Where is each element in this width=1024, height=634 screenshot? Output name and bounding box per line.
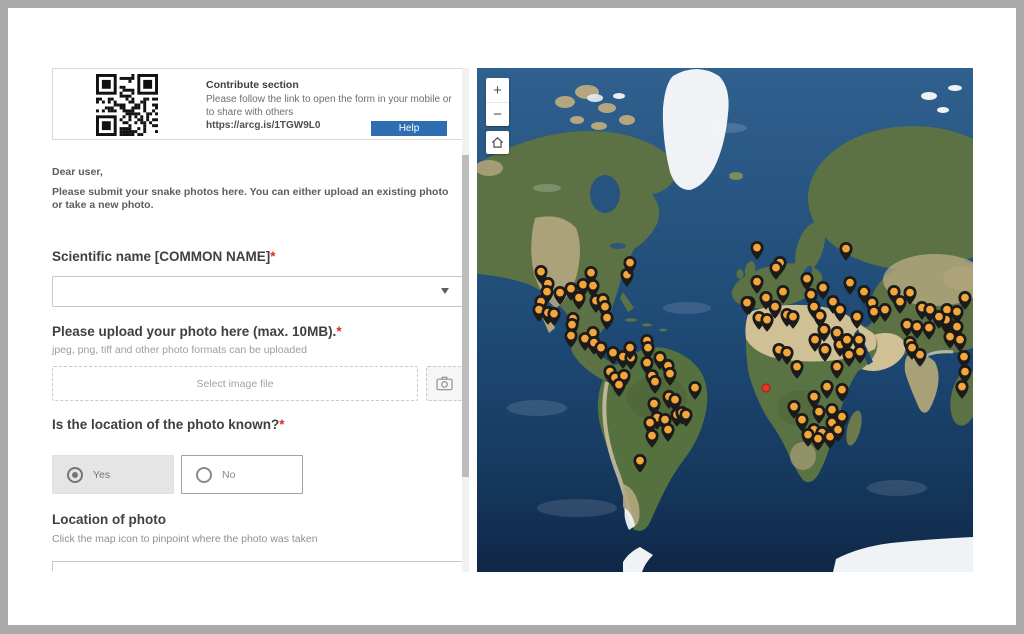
zoom-in-button[interactable]: + bbox=[486, 78, 509, 102]
contribute-card: Contribute section Please follow the lin… bbox=[52, 68, 463, 140]
map-pin-icon[interactable] bbox=[622, 340, 637, 360]
map-pin-icon[interactable] bbox=[622, 256, 637, 276]
home-icon bbox=[491, 136, 504, 149]
survey-form-panel: Contribute section Please follow the lin… bbox=[52, 68, 463, 571]
select-image-button[interactable]: Select image file bbox=[52, 366, 418, 401]
qr-code bbox=[96, 74, 158, 136]
map-pin-icon[interactable] bbox=[833, 302, 848, 322]
required-asterisk: * bbox=[336, 324, 341, 339]
survey-page: Contribute section Please follow the lin… bbox=[8, 8, 1016, 625]
map-pin-icon[interactable] bbox=[955, 380, 970, 400]
map-pin-icon[interactable] bbox=[645, 428, 660, 448]
map-pin-icon[interactable] bbox=[893, 294, 908, 314]
map-pin-icon[interactable] bbox=[662, 366, 677, 386]
map-pin-icon[interactable] bbox=[564, 329, 579, 349]
chevron-down-icon bbox=[441, 288, 449, 294]
map-pin-icon[interactable] bbox=[769, 261, 784, 281]
contribute-description: Please follow the link to open the form … bbox=[206, 93, 456, 119]
photo-upload-label: Please upload your photo here (max. 10MB… bbox=[52, 324, 463, 339]
map-pin-icon[interactable] bbox=[835, 383, 850, 403]
intro-text: Please submit your snake photos here. Yo… bbox=[52, 186, 457, 212]
radio-yes-label: Yes bbox=[93, 469, 110, 481]
map-pin-icon[interactable] bbox=[849, 309, 864, 329]
map-pin-icon[interactable] bbox=[660, 422, 675, 442]
map-pin-icon[interactable] bbox=[800, 427, 815, 447]
map-pin-icon[interactable] bbox=[688, 381, 703, 401]
map-pin-icon[interactable] bbox=[789, 359, 804, 379]
map-pin-icon[interactable] bbox=[958, 290, 973, 310]
zoom-out-button[interactable]: − bbox=[486, 102, 509, 126]
radio-no-label: No bbox=[222, 469, 235, 481]
radio-unselected-icon bbox=[196, 467, 212, 483]
photo-upload-row: Select image file bbox=[52, 366, 463, 401]
map-pin-icon[interactable] bbox=[785, 309, 800, 329]
map-pin-icon[interactable] bbox=[842, 275, 857, 295]
location-of-photo-hint: Click the map icon to pinpoint where the… bbox=[52, 533, 463, 545]
map-pin-icon[interactable] bbox=[599, 310, 614, 330]
required-asterisk: * bbox=[270, 249, 275, 264]
location-of-photo-label: Location of photo bbox=[52, 512, 463, 527]
map-pin-icon[interactable] bbox=[611, 377, 626, 397]
location-known-label-text: Is the location of the photo known? bbox=[52, 417, 279, 432]
help-button[interactable]: Help bbox=[371, 121, 447, 136]
required-asterisk: * bbox=[279, 417, 284, 432]
map-pin-icon[interactable] bbox=[878, 302, 893, 322]
map-canvas[interactable]: + − bbox=[477, 68, 973, 572]
scientific-name-label: Scientific name [COMMON NAME]* bbox=[52, 249, 463, 264]
camera-button[interactable] bbox=[426, 366, 463, 401]
radio-option-no[interactable]: No bbox=[181, 455, 303, 494]
map-pin-icon[interactable] bbox=[904, 341, 919, 361]
map-pin-icon[interactable] bbox=[572, 290, 587, 310]
scientific-name-select[interactable] bbox=[52, 276, 463, 307]
location-known-label: Is the location of the photo known?* bbox=[52, 417, 463, 432]
map-pin-icon[interactable] bbox=[820, 380, 835, 400]
map-pin-icon[interactable] bbox=[932, 309, 947, 329]
home-button[interactable] bbox=[486, 131, 509, 154]
contribute-title: Contribute section bbox=[206, 79, 456, 91]
map-pin-icon[interactable] bbox=[835, 409, 850, 429]
form-scrollbar[interactable] bbox=[462, 68, 469, 572]
radio-option-yes[interactable]: Yes bbox=[52, 455, 174, 494]
photo-upload-hint: jpeg, png, tiff and other photo formats … bbox=[52, 344, 463, 356]
pin-layer bbox=[477, 68, 973, 572]
map-zoom-controls: + − bbox=[486, 78, 509, 126]
map-pin-icon[interactable] bbox=[830, 359, 845, 379]
greeting-text: Dear user, bbox=[52, 166, 463, 178]
red-dot-marker[interactable] bbox=[762, 384, 771, 393]
map-pin-icon[interactable] bbox=[648, 374, 663, 394]
map-pin-icon[interactable] bbox=[546, 306, 561, 326]
form-scrollbar-thumb[interactable] bbox=[462, 155, 469, 477]
map-pin-icon[interactable] bbox=[750, 240, 765, 260]
map-pin-icon[interactable] bbox=[839, 241, 854, 261]
location-map-widget[interactable] bbox=[52, 561, 463, 571]
map-pin-icon[interactable] bbox=[633, 454, 648, 474]
photo-upload-label-text: Please upload your photo here (max. 10MB… bbox=[52, 324, 336, 339]
radio-selected-icon bbox=[67, 467, 83, 483]
scientific-name-label-text: Scientific name [COMMON NAME] bbox=[52, 249, 270, 264]
camera-icon bbox=[436, 376, 453, 391]
map-pin-icon[interactable] bbox=[678, 407, 693, 427]
location-known-options: Yes No bbox=[52, 455, 463, 494]
map-pin-icon[interactable] bbox=[760, 312, 775, 332]
